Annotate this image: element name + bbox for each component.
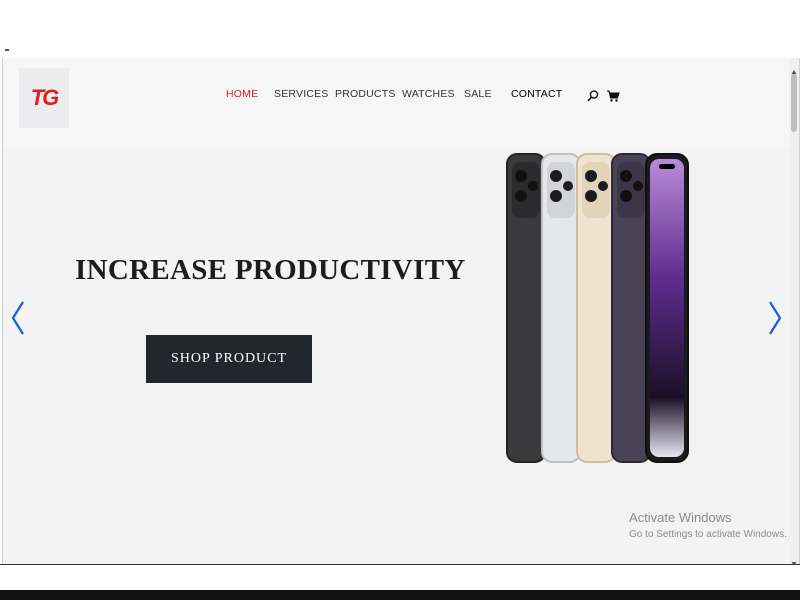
hero-slider: INCREASE PRODUCTIVITY SHOP PRODUCT Activ… [3,148,789,564]
next-slide-arrow-icon[interactable] [765,298,785,338]
nav-products[interactable]: PRODUCTS [335,88,396,100]
page-window: TG HOME SERVICES PRODUCTS WATCHES SALE C… [2,58,800,564]
browser-top-area [0,0,800,58]
cart-icon[interactable] [606,89,620,103]
top-mark [5,49,9,51]
scroll-thumb[interactable] [791,74,797,132]
activate-windows-subtitle: Go to Settings to activate Windows. [629,529,787,540]
scroll-down-icon[interactable] [791,554,797,564]
search-icon[interactable] [586,89,600,103]
logo-text: TG [30,85,60,110]
vertical-scrollbar[interactable] [789,58,799,564]
site-header: TG HOME SERVICES PRODUCTS WATCHES SALE C… [3,58,789,148]
site-logo[interactable]: TG [19,68,69,128]
nav-home[interactable]: HOME [226,88,258,100]
prev-slide-arrow-icon[interactable] [8,298,28,338]
activate-windows-title: Activate Windows [629,510,732,525]
phone-lineup-image [506,153,689,463]
hero-headline: INCREASE PRODUCTIVITY [75,254,466,286]
nav-contact[interactable]: CONTACT [511,88,562,100]
taskbar-strip [0,590,800,600]
scroll-up-icon[interactable] [791,62,797,74]
nav-services[interactable]: SERVICES [274,88,329,100]
nav-sale[interactable]: SALE [464,88,492,100]
shop-product-button[interactable]: SHOP PRODUCT [146,335,312,383]
nav-watches[interactable]: WATCHES [402,88,455,100]
